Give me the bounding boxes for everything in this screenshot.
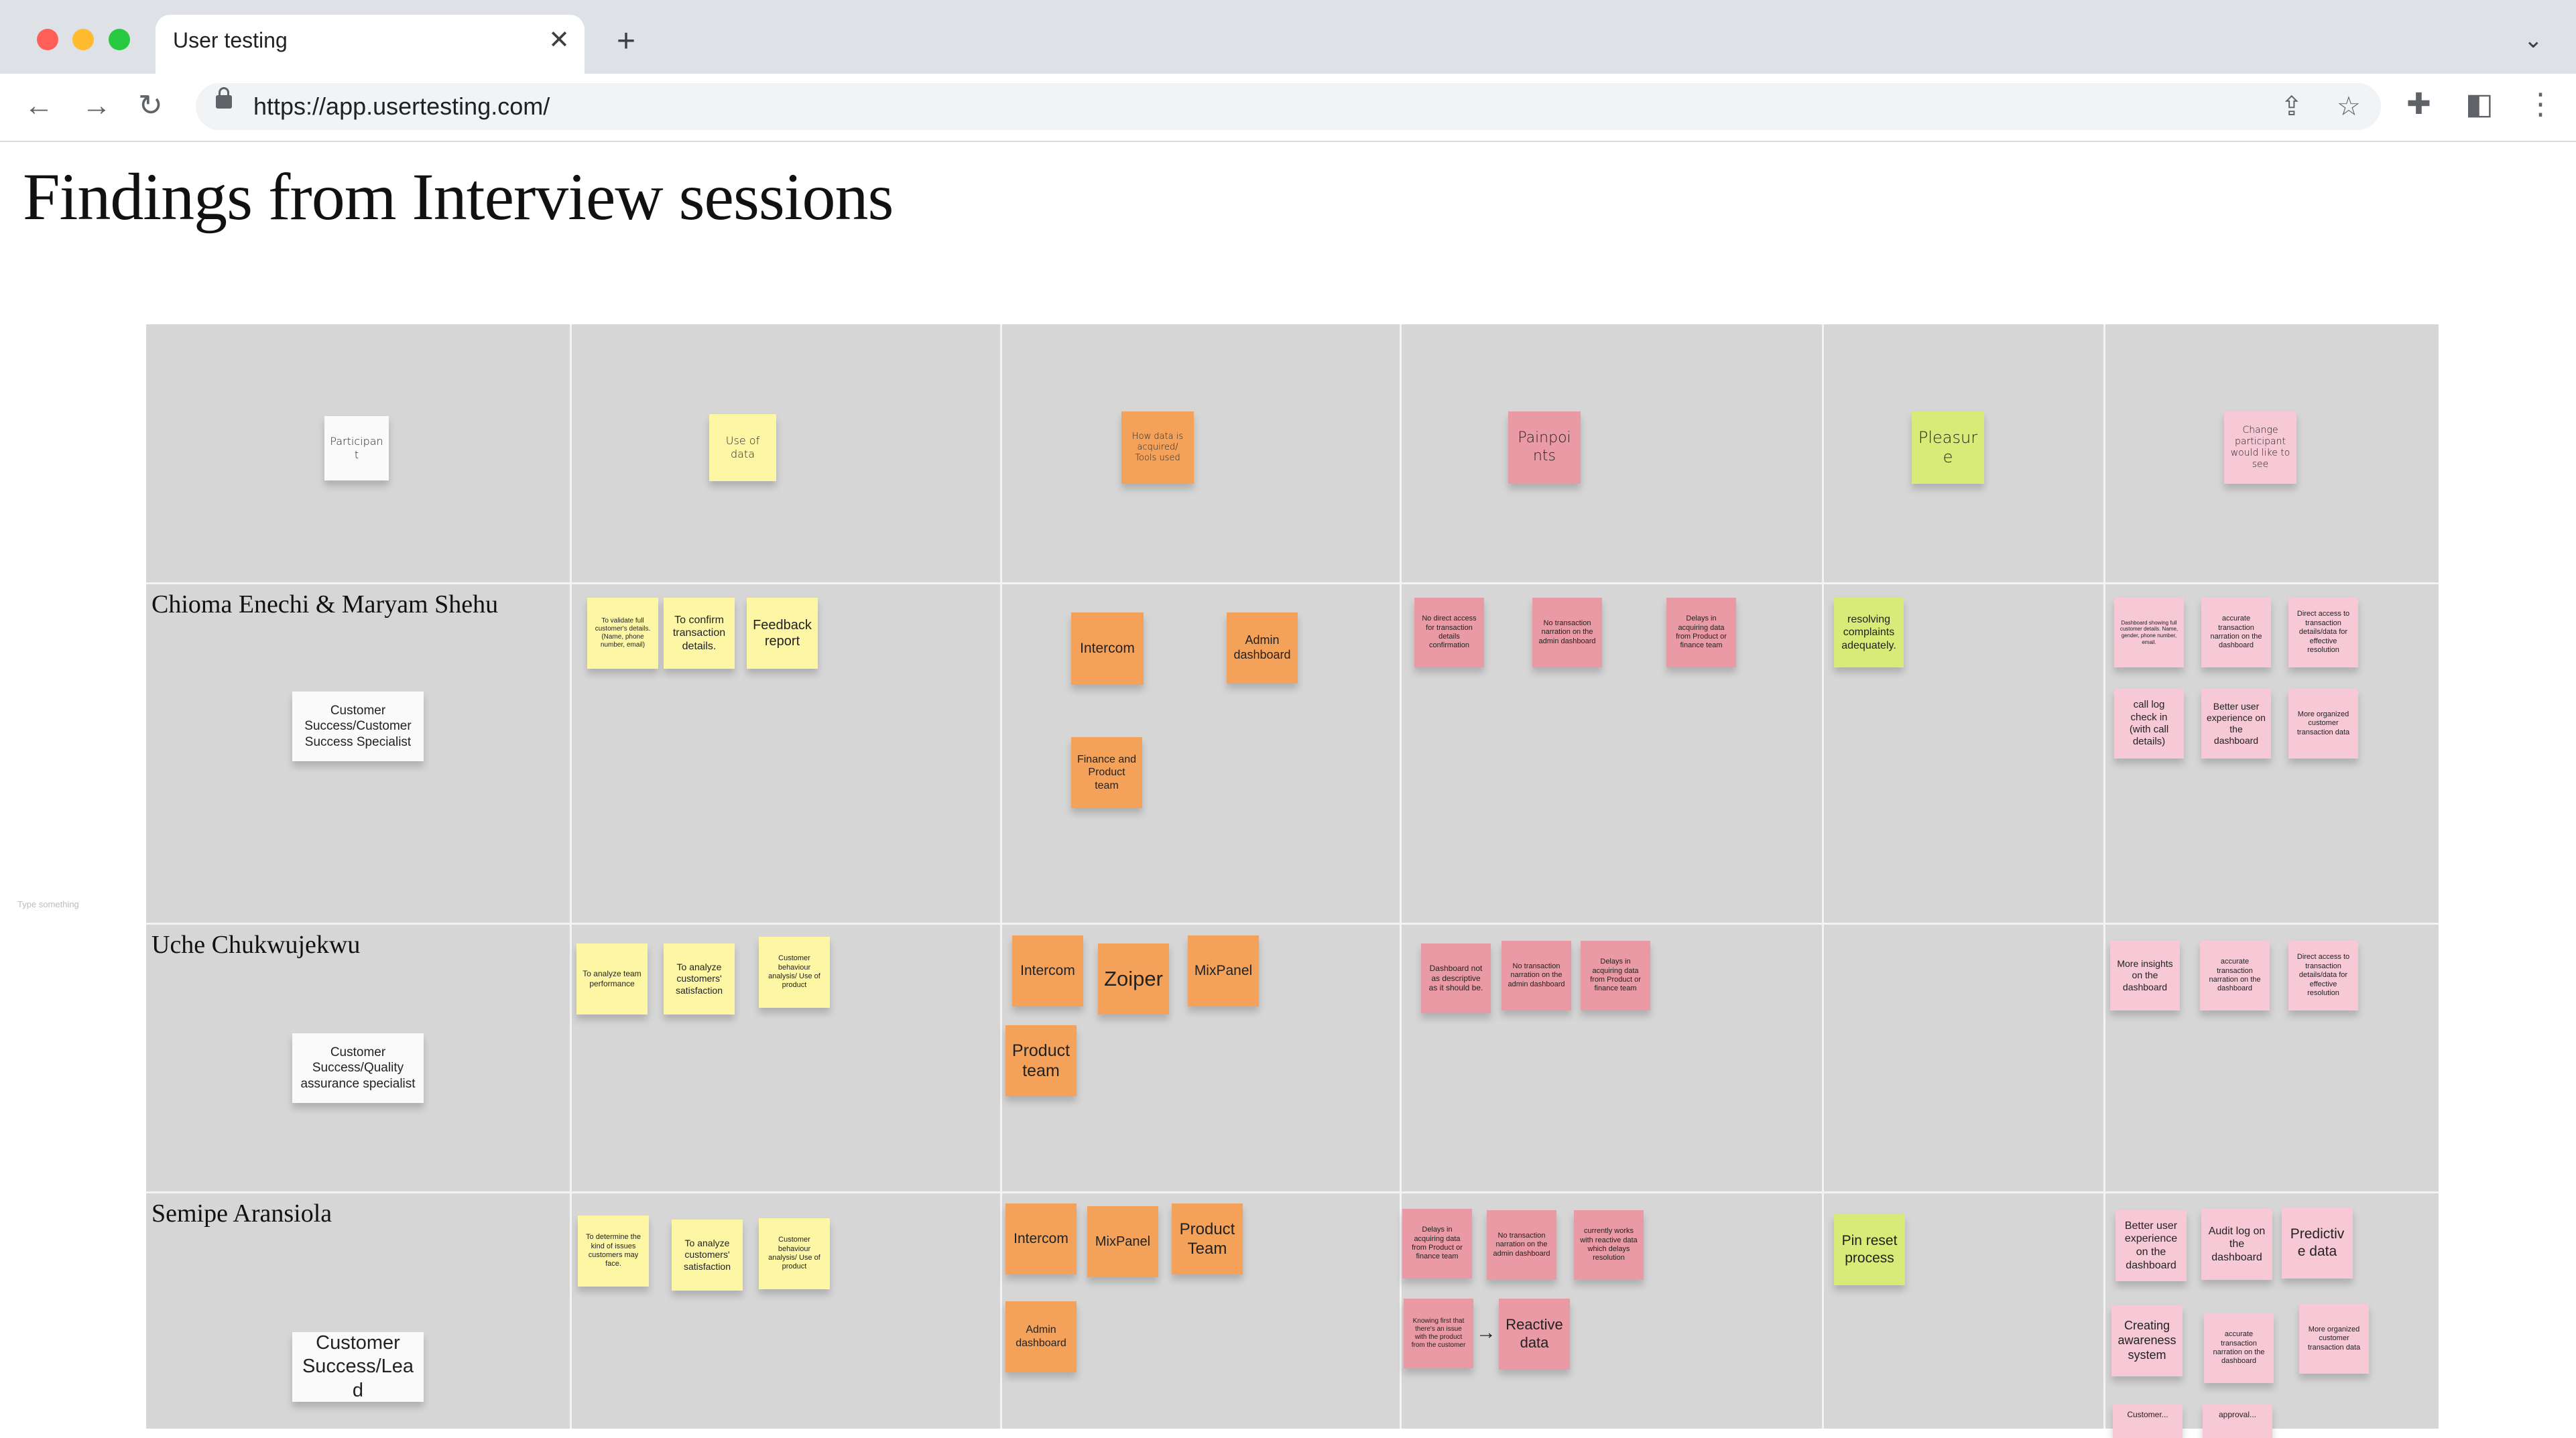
sticky-note[interactable]: To analyze customers' satisfaction — [664, 943, 735, 1015]
sticky-note[interactable]: approval... — [2203, 1404, 2272, 1438]
sticky-note[interactable]: Zoiper — [1098, 943, 1169, 1015]
sticky-note[interactable]: accurate transaction narration on the da… — [2200, 941, 2270, 1010]
close-icon[interactable]: ✕ — [548, 27, 570, 54]
sticky-note[interactable]: Intercom — [1005, 1203, 1077, 1274]
column-divider — [570, 324, 572, 1429]
sticky-note[interactable]: Direct access to transaction details/dat… — [2288, 598, 2358, 667]
canvas-hint: Type something — [17, 899, 79, 909]
row-divider — [146, 582, 2439, 584]
sticky-note[interactable]: Customer behaviour analysis/ Use of prod… — [759, 937, 830, 1008]
sticky-note[interactable]: Delays in acquiring data from Product or… — [1581, 941, 1650, 1010]
sticky-note[interactable]: To analyze customers' satisfaction — [672, 1220, 743, 1291]
column-divider — [1400, 324, 1402, 1429]
lock-icon — [216, 87, 232, 109]
browser-toolbar: ← → ↻ https://app.usertesting.com/ ⇪ ☆ ✚… — [0, 74, 2576, 142]
sticky-note[interactable]: No transaction narration on the admin da… — [1501, 941, 1571, 1010]
header-note-change[interactable]: Change participant would like to see — [2224, 411, 2296, 484]
sticky-note[interactable]: accurate transaction narration on the da… — [2204, 1313, 2274, 1383]
header-note-participant[interactable]: Participant — [324, 416, 389, 480]
findings-board: Participant Use of data How data is acqu… — [146, 324, 2439, 1438]
sticky-note[interactable]: More organized customer transaction data — [2288, 689, 2358, 759]
participant-role-note[interactable]: Customer Success/Customer Success Specia… — [292, 692, 424, 761]
participant-role-note[interactable]: Customer Success/Lead — [292, 1332, 424, 1402]
more-menu-icon[interactable]: ⋮ — [2526, 87, 2555, 121]
sticky-note[interactable]: Product team — [1005, 1025, 1077, 1096]
url-text[interactable]: https://app.usertesting.com/ — [253, 92, 550, 121]
sticky-note[interactable]: Intercom — [1012, 935, 1083, 1006]
chevron-down-icon[interactable]: ⌄ — [2524, 27, 2543, 54]
sticky-note[interactable]: Admin dashboard — [1227, 612, 1298, 683]
sticky-note[interactable]: resolving complaints adequately. — [1834, 598, 1904, 667]
sticky-note[interactable]: Better user experience on the dashboard — [2115, 1210, 2187, 1281]
browser-tab-bar: User testing ✕ + ⌄ — [0, 0, 2576, 75]
minimize-window-button[interactable] — [72, 29, 94, 50]
row-divider — [146, 923, 2439, 925]
new-tab-button[interactable]: + — [617, 25, 635, 58]
forward-arrow-icon[interactable]: → — [82, 88, 111, 123]
close-window-button[interactable] — [37, 29, 58, 50]
sticky-note[interactable]: Delays in acquiring data from Product or… — [1402, 1209, 1472, 1279]
sticky-note[interactable]: currently works with reactive data which… — [1574, 1210, 1644, 1280]
sticky-note[interactable]: Admin dashboard — [1005, 1301, 1077, 1372]
header-note-painpoints[interactable]: Painpoints — [1508, 411, 1581, 484]
maximize-window-button[interactable] — [109, 29, 130, 50]
sticky-note[interactable]: Delays in acquiring data from Product or… — [1666, 598, 1736, 667]
sticky-note[interactable]: Pin reset process — [1834, 1214, 1905, 1285]
participant-role-note[interactable]: Customer Success/Quality assurance speci… — [292, 1033, 424, 1103]
sticky-note[interactable]: Direct access to transaction details/dat… — [2288, 941, 2358, 1010]
sticky-note[interactable]: More insights on the dashboard — [2110, 941, 2180, 1010]
page-title: Findings from Interview sessions — [23, 159, 894, 234]
tab-title: User testing — [173, 28, 288, 52]
address-bar[interactable]: https://app.usertesting.com/ ⇪ ☆ — [196, 83, 2381, 130]
side-panel-icon[interactable]: ◧ — [2465, 87, 2494, 121]
column-divider — [1822, 324, 1824, 1429]
sticky-note[interactable]: To validate full customer's details. (Na… — [587, 598, 658, 669]
sticky-note[interactable]: Predictive data — [2282, 1207, 2353, 1279]
sticky-note[interactable]: To determine the kind of issues customer… — [578, 1216, 649, 1287]
header-note-use-of-data[interactable]: Use of data — [709, 414, 776, 481]
participant-name: Semipe Aransiola — [151, 1199, 332, 1228]
sticky-note[interactable]: To confirm transaction details. — [664, 598, 735, 669]
back-arrow-icon[interactable]: ← — [24, 88, 54, 123]
sticky-note[interactable]: Creating awareness system — [2111, 1305, 2183, 1376]
sticky-note[interactable]: No transaction narration on the admin da… — [1487, 1210, 1556, 1280]
sticky-note[interactable]: Reactive data — [1499, 1299, 1570, 1370]
sticky-note[interactable]: Dashboard showing full customer details.… — [2114, 598, 2184, 667]
column-divider — [1000, 324, 1002, 1429]
arrow-right-icon: → — [1476, 1321, 1496, 1344]
sticky-note[interactable]: Customer... — [2113, 1404, 2183, 1438]
extensions-puzzle-icon[interactable]: ✚ — [2406, 87, 2431, 121]
sticky-note[interactable]: Customer behaviour analysis/ Use of prod… — [759, 1218, 830, 1289]
sticky-note[interactable]: Audit log on the dashboard — [2201, 1209, 2272, 1280]
star-icon[interactable]: ☆ — [2337, 91, 2361, 122]
browser-tab[interactable]: User testing ✕ — [156, 15, 585, 75]
sticky-note[interactable]: Better user experience on the dashboard — [2201, 689, 2271, 759]
sticky-note[interactable]: call log check in (with call details) — [2114, 689, 2184, 759]
sticky-note[interactable]: Feedback report — [747, 598, 818, 669]
sticky-note[interactable]: To analyze team performance — [576, 943, 648, 1015]
sticky-note[interactable]: No transaction narration on the admin da… — [1532, 598, 1602, 667]
sticky-note[interactable]: No direct access for transaction details… — [1414, 598, 1484, 667]
sticky-note[interactable]: MixPanel — [1087, 1206, 1158, 1277]
column-divider — [2103, 324, 2105, 1429]
share-icon[interactable]: ⇪ — [2280, 91, 2303, 122]
sticky-note[interactable]: Finance and Product team — [1071, 737, 1142, 808]
sticky-note[interactable]: Knowing first that there's an issue with… — [1404, 1299, 1473, 1368]
sticky-note[interactable]: Dashboard not as descriptive as it shoul… — [1421, 943, 1491, 1013]
participant-name: Chioma Enechi & Maryam Shehu — [151, 590, 499, 618]
header-note-pleasure[interactable]: Pleasure — [1912, 411, 1984, 484]
participant-name: Uche Chukwujekwu — [151, 931, 361, 959]
sticky-note[interactable]: Intercom — [1071, 612, 1144, 685]
row-divider — [146, 1191, 2439, 1193]
sticky-note[interactable]: Product Team — [1172, 1203, 1243, 1274]
sticky-note[interactable]: MixPanel — [1188, 935, 1259, 1006]
sticky-note[interactable]: More organized customer transaction data — [2299, 1304, 2369, 1374]
sticky-note[interactable]: accurate transaction narration on the da… — [2201, 598, 2271, 667]
header-note-how-data-acquired[interactable]: How data is acquired/ Tools used — [1121, 411, 1194, 484]
reload-icon[interactable]: ↻ — [138, 88, 163, 123]
